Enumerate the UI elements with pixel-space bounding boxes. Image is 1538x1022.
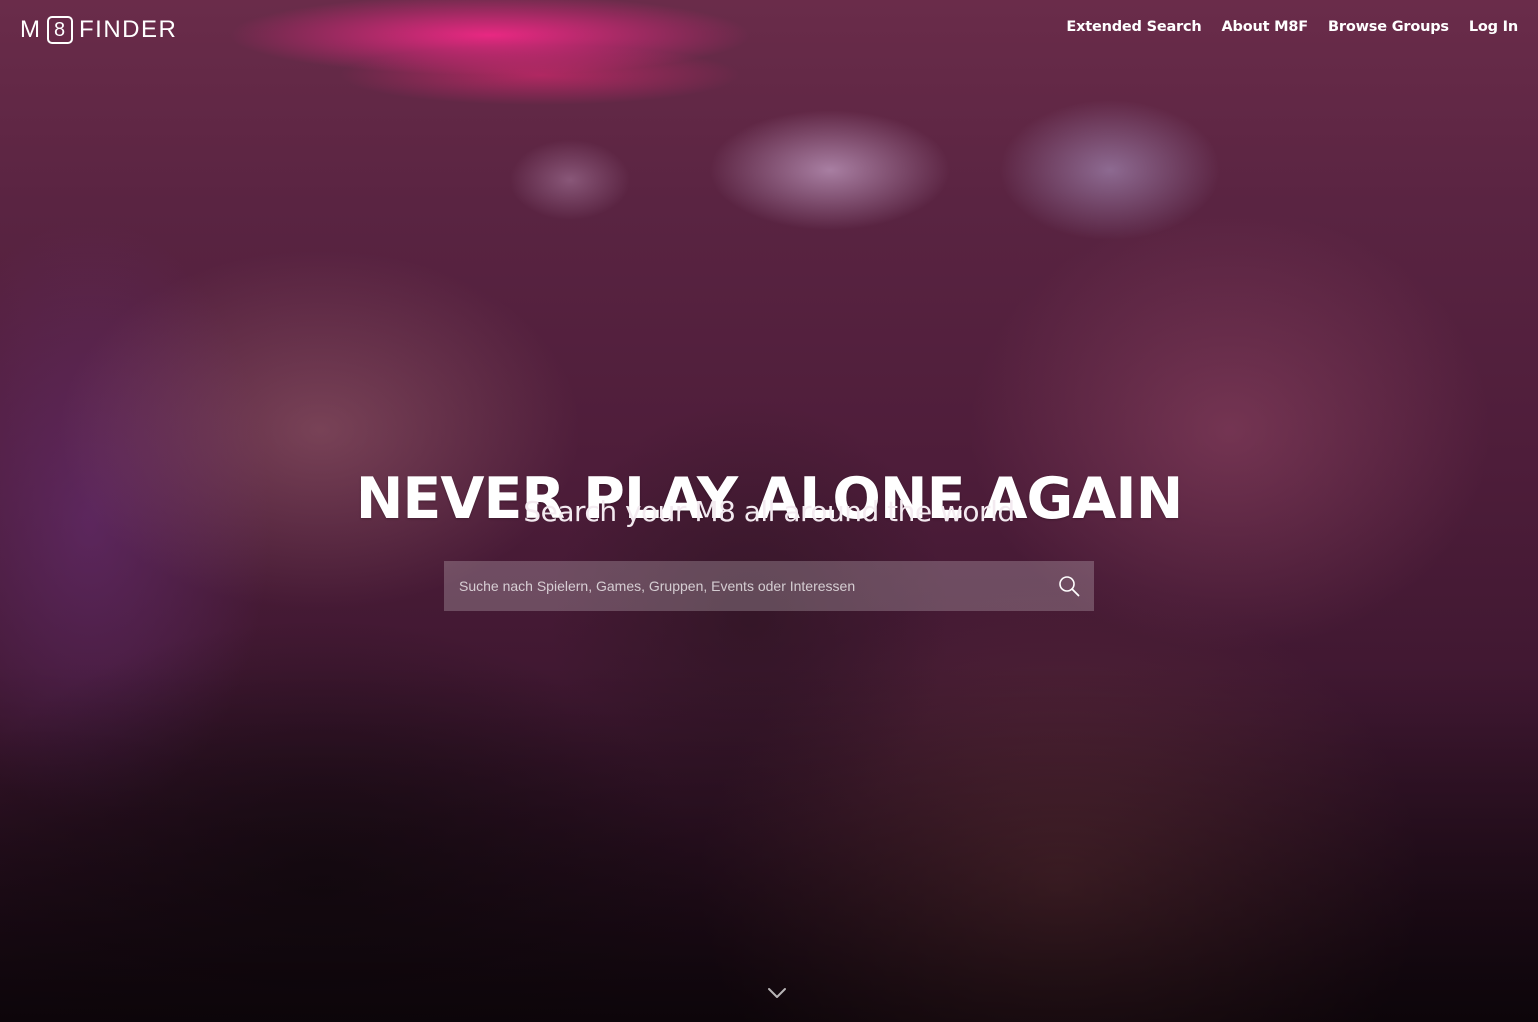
logo-badge: 8 — [47, 16, 73, 44]
nav-extended-search[interactable]: Extended Search — [1066, 19, 1201, 35]
nav-links: Extended Search About M8F Browse Groups … — [1066, 19, 1518, 35]
top-navigation: M 8 FINDER Extended Search About M8F Bro… — [0, 0, 1538, 60]
hero-subline: Search your M8 all around the world — [523, 495, 1015, 528]
nav-about[interactable]: About M8F — [1222, 19, 1309, 35]
search-icon[interactable] — [1058, 575, 1080, 597]
chevron-down-icon[interactable] — [767, 986, 787, 1000]
logo-prefix: M — [20, 16, 41, 43]
nav-login[interactable]: Log In — [1469, 19, 1518, 35]
logo-suffix: FINDER — [79, 16, 178, 43]
nav-browse-groups[interactable]: Browse Groups — [1328, 19, 1449, 35]
search-input[interactable] — [444, 561, 1044, 611]
hero-background: M 8 FINDER Extended Search About M8F Bro… — [0, 0, 1538, 1022]
logo[interactable]: M 8 FINDER — [20, 14, 177, 46]
search-bar — [444, 561, 1094, 611]
